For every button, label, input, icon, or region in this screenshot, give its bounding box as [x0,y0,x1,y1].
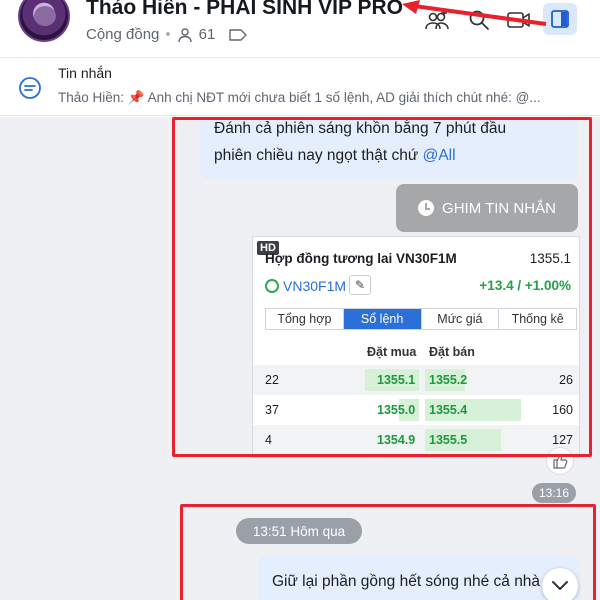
video-call-icon[interactable] [505,6,533,34]
ask-volume: 127 [552,433,573,447]
message-text: Giữ lại phần gồng hết sóng nhé cả nhà [272,573,541,590]
ask-volume: 26 [559,373,573,387]
avatar-image [34,6,56,26]
ask-price: 1355.5 [429,433,468,447]
bid-volume: 22 [265,373,279,387]
like-icon [553,454,568,469]
order-book-image[interactable]: HD Hợp đồng tương lai VN30F1M 1355.1 VN3… [252,236,580,458]
symbol-text: VN30F1M [283,278,347,294]
chevron-down-icon [552,581,568,590]
group-subtitle: Cộng đồng • 61 [86,26,248,43]
message-text: phiên chiều nay ngọt thật chứ [214,147,423,164]
member-icon[interactable] [177,27,193,43]
date-separator: 13:51 Hôm qua [236,518,362,544]
bid-price: 1355.1 [377,373,416,387]
bid-volume: 37 [265,403,279,417]
orderbook-row: 37 1355.0 1355.4 160 [253,395,579,425]
chat-area[interactable]: Đánh cả phiên sáng khồn bằng 7 phút đầu … [0,117,600,600]
react-button[interactable] [546,447,574,475]
orderbook-tabs: Tổng hợp Sổ lệnh Mức giá Thống kê [265,308,577,330]
ask-volume: 160 [552,403,573,417]
clock-icon [418,200,435,216]
message-bubble[interactable]: Đánh cả phiên sáng khồn bằng 7 phút đầu … [200,117,578,179]
bid-price: 1354.9 [377,433,416,447]
contract-price: 1355.1 [529,251,571,266]
message-bubble[interactable]: Giữ lại phần gồng hết sóng nhé cả nhà [258,555,580,600]
search-icon[interactable] [465,6,493,34]
price-change: +13.4 / +1.00% [479,278,571,293]
member-count[interactable]: 61 [199,26,216,43]
pinned-title: Tin nhắn [58,65,112,81]
edit-icon: ✎ [349,275,371,295]
add-members-icon[interactable] [423,6,451,34]
separator: • [165,26,171,43]
ask-column-header: Đặt bán [429,345,475,359]
message-line: phiên chiều nay ngọt thật chứ @All [214,142,564,169]
tag-icon[interactable] [229,28,248,42]
message-icon [18,76,42,100]
pinned-message-bar[interactable]: Tin nhắn Thảo Hiền: 📌 Anh chị NĐT mới ch… [0,58,600,116]
tab-tong-hop: Tổng hợp [266,309,344,329]
bid-column-header: Đặt mua [367,345,417,359]
message-line: Đánh cả phiên sáng khồn bằng 7 phút đầu [214,120,507,137]
tab-so-lenh: Sổ lệnh [343,309,422,329]
ask-price: 1355.2 [429,373,468,387]
chat-header: Thảo Hiền - PHÁI SINH VIP PRO Cộng đồng … [0,0,600,58]
orderbook-row: 4 1354.9 1355.5 127 [253,425,579,455]
scroll-down-button[interactable] [542,568,578,600]
mention-all[interactable]: @All [423,147,456,164]
group-title[interactable]: Thảo Hiền - PHÁI SINH VIP PRO [86,0,403,20]
community-label[interactable]: Cộng đồng [86,26,159,43]
tab-muc-gia: Mức giá [422,309,500,329]
group-avatar[interactable] [18,0,70,42]
bid-price: 1355.0 [377,403,416,417]
refresh-icon [265,279,279,293]
pin-message-button[interactable]: GHIM TIN NHẮN [396,184,578,232]
message-timestamp: 13:16 [532,483,576,503]
orderbook-row: 22 1355.1 1355.2 26 [253,365,579,395]
pinned-preview: Thảo Hiền: 📌 Anh chị NĐT mới chưa biết 1… [58,90,541,105]
tab-thong-ke: Thống kê [511,312,564,326]
bid-volume: 4 [265,433,272,447]
ask-price: 1355.4 [429,403,468,417]
pin-button-label: GHIM TIN NHẮN [442,199,556,217]
contract-symbol: VN30F1M [265,278,346,294]
contract-title: Hợp đồng tương lai VN30F1M [265,251,457,266]
sidebar-toggle-icon[interactable] [543,3,577,35]
